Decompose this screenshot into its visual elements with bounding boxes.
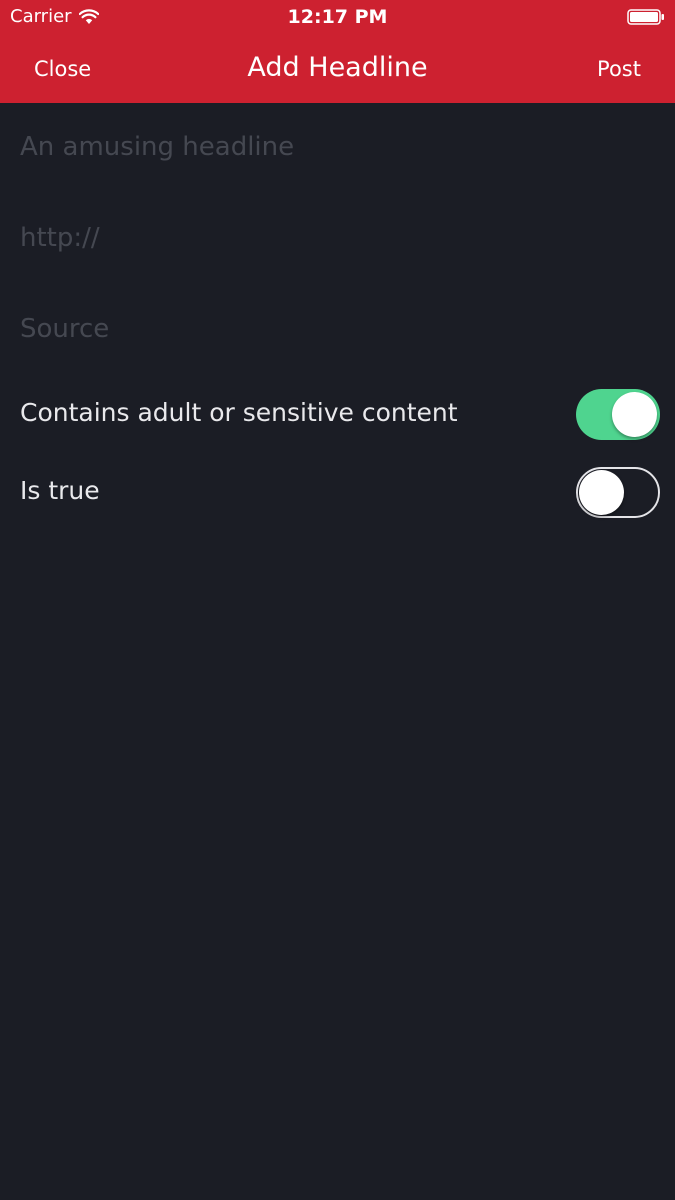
page-title: Add Headline xyxy=(247,52,428,83)
adult-content-toggle[interactable] xyxy=(576,389,660,440)
toggle-knob xyxy=(612,392,657,437)
status-time: 12:17 PM xyxy=(287,6,388,28)
battery-icon xyxy=(627,9,664,25)
adult-content-label: Contains adult or sensitive content xyxy=(20,398,458,427)
is-true-toggle[interactable] xyxy=(576,467,660,518)
is-true-label: Is true xyxy=(20,476,100,505)
top-bar: Carrier 12:17 PM Close Add Headline Post xyxy=(0,0,675,103)
status-bar: Carrier 12:17 PM xyxy=(0,0,675,34)
source-input[interactable] xyxy=(20,303,655,355)
toggle-knob xyxy=(579,470,624,515)
adult-content-row: Contains adult or sensitive content xyxy=(20,388,660,440)
post-button[interactable]: Post xyxy=(597,56,641,82)
navigation-bar: Close Add Headline Post xyxy=(0,34,675,103)
url-input[interactable] xyxy=(20,212,655,264)
headline-input[interactable] xyxy=(20,121,655,173)
is-true-row: Is true xyxy=(20,466,660,518)
